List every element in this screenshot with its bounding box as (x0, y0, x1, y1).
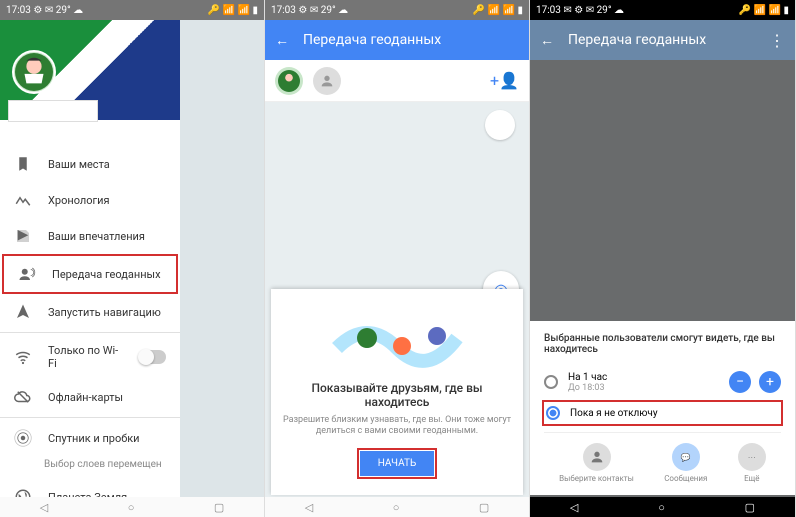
account-box[interactable] (8, 100, 98, 122)
back-icon[interactable]: ← (275, 32, 289, 49)
minus-button[interactable]: − (729, 371, 751, 393)
option-until-off[interactable]: Пока я не отключу (542, 400, 783, 426)
map-background (179, 20, 264, 497)
avatar[interactable] (12, 50, 56, 94)
screen-share-options: 17:03 ✉ ⚙ ✉ 29° ☁ 🔑 📶 📶 ▮ ← Передача гео… (530, 0, 796, 517)
menu-start-navigation[interactable]: Запустить навигацию (0, 294, 180, 330)
app-bar-title: Передача геоданных (303, 32, 441, 48)
contacts-bar: +👤 (265, 60, 529, 102)
android-navbar: ◁○▢ (530, 497, 795, 517)
screen-drawer: 17:03 ⚙ ✉ 29° ☁ 🔑 📶 📶 ▮ Ваши места Хроно… (0, 0, 265, 517)
drawer-header (0, 20, 180, 120)
wifi-toggle[interactable] (139, 350, 166, 364)
add-person-icon[interactable]: +👤 (490, 71, 519, 90)
start-button[interactable]: НАЧАТЬ (360, 451, 435, 476)
back-icon[interactable]: ← (540, 32, 554, 49)
compass-icon[interactable] (485, 110, 515, 140)
option-1hour[interactable]: На 1 часДо 18:03 − + (544, 365, 781, 399)
status-bar: 17:03 ✉ ⚙ ✉ 29° ☁ 🔑 📶 📶 ▮ (530, 0, 795, 20)
share-messages[interactable]: 💬Сообщения (664, 443, 707, 483)
menu-timeline[interactable]: Хронология (0, 182, 180, 218)
bottom-sheet: Выбранные пользователи смогут видеть, гд… (530, 321, 795, 495)
app-bar-title: Передача геоданных (568, 32, 706, 48)
menu-location-sharing[interactable]: Передача геоданных (2, 254, 178, 294)
card-illustration (281, 303, 513, 373)
contact-placeholder[interactable] (313, 67, 341, 95)
status-bar: 17:03 ⚙ ✉ 29° ☁ 🔑 📶 📶 ▮ (0, 0, 264, 20)
share-more[interactable]: ⋯Ещё (738, 443, 766, 483)
contact-me[interactable] (275, 67, 303, 95)
app-bar: ← Передача геоданных ⋮ (530, 20, 795, 60)
overflow-icon[interactable]: ⋮ (769, 31, 785, 50)
android-navbar: ◁○▢ (0, 497, 264, 517)
share-contacts[interactable]: Выберите контакты (559, 443, 634, 483)
android-navbar: ◁○▢ (265, 497, 529, 517)
sheet-title: Выбранные пользователи смогут видеть, гд… (544, 333, 781, 355)
menu-offline-maps[interactable]: Офлайн-карты (0, 379, 180, 415)
status-bar: 17:03 ⚙ ✉ 29° ☁ 🔑 📶 📶 ▮ (265, 0, 529, 20)
screen-share-intro: 17:03 ⚙ ✉ 29° ☁ 🔑 📶 📶 ▮ ← Передача геода… (265, 0, 530, 517)
menu-satellite-sub: Выбор слоев перемещен (0, 450, 180, 479)
menu-your-places[interactable]: Ваши места (0, 146, 180, 182)
radio-off-icon (544, 375, 558, 389)
intro-card: Показывайте друзьям, где вы находитесь Р… (271, 289, 523, 495)
menu-contributions[interactable]: Ваши впечатления (0, 218, 180, 254)
card-title: Показывайте друзьям, где вы находитесь (281, 381, 513, 409)
app-bar: ← Передача геоданных (265, 20, 529, 60)
plus-button[interactable]: + (759, 371, 781, 393)
card-text: Разрешите близким узнавать, где вы. Они … (281, 415, 513, 438)
menu-wifi-only[interactable]: Только по Wi-Fi (0, 335, 180, 379)
radio-on-icon (546, 406, 560, 420)
